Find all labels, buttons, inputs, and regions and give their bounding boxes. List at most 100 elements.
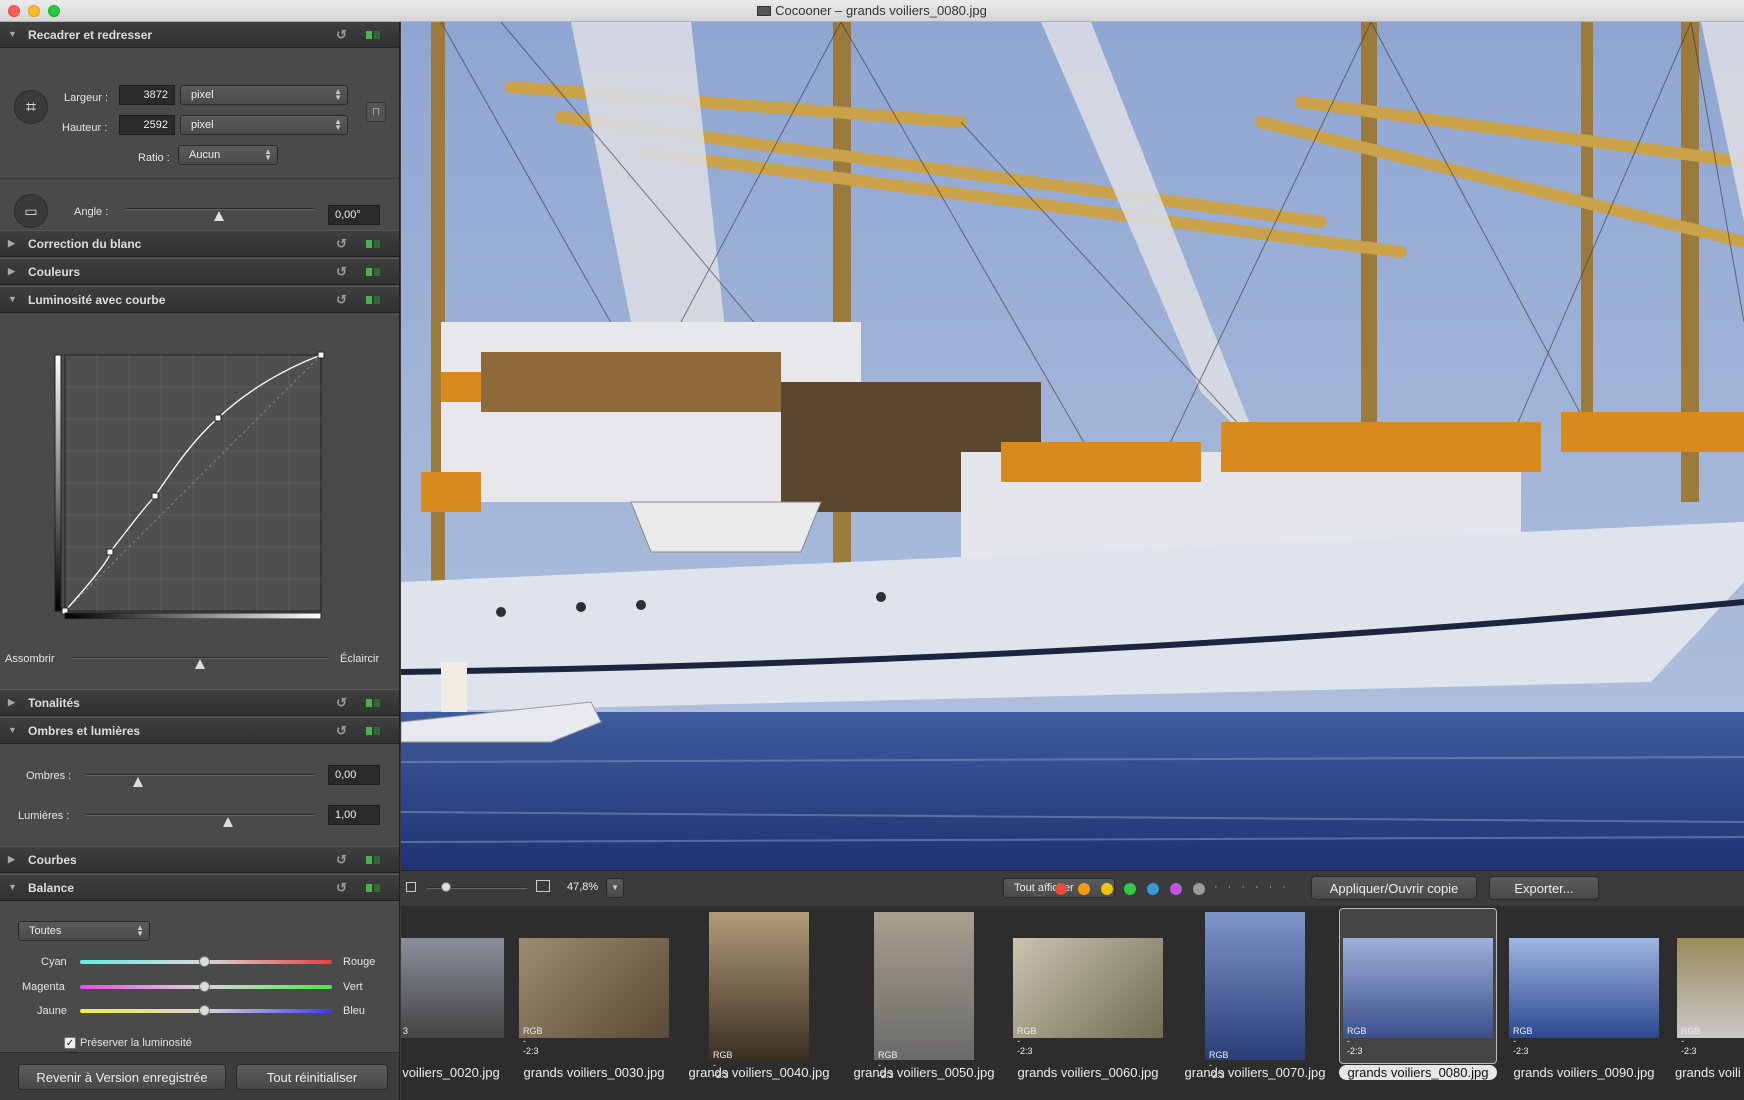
large-thumbnail-icon[interactable] [536, 880, 550, 892]
balance-range-select[interactable]: Toutes ▲ ▼ [18, 921, 150, 941]
red-label: Rouge [343, 956, 376, 968]
section-title: Ombres et lumières [28, 724, 141, 738]
title-bar: Cocooner – grands voiliers_0080.jpg [0, 0, 1744, 22]
ratio-select[interactable]: Aucun ▲ ▼ [178, 145, 278, 165]
disclosure-open-icon[interactable]: ▼ [8, 29, 17, 39]
width-label: Largeur : [64, 92, 109, 104]
lighten-label: Éclaircir [340, 653, 380, 665]
reset-icon[interactable]: ↺ [336, 852, 347, 868]
angle-slider-knob[interactable] [214, 211, 224, 221]
zoom-field[interactable]: 47,8% [561, 878, 605, 898]
section-header-tones[interactable]: ▶ Tonalités ↺ [0, 689, 399, 716]
disclosure-closed-icon[interactable]: ▶ [8, 697, 15, 708]
balance-section-body: Toutes ▲ ▼ Cyan Rouge Magenta Vert Jaune B… [0, 901, 399, 1061]
color-label-dot[interactable] [1147, 883, 1159, 895]
preserve-luminosity-label: Préserver la luminosité [80, 1037, 192, 1049]
straighten-tool-icon[interactable]: ▭ [14, 194, 48, 228]
brightness-slider-knob[interactable] [195, 659, 205, 669]
section-title: Tonalités [28, 696, 80, 710]
disclosure-open-icon[interactable]: ▼ [8, 882, 17, 892]
reset-icon[interactable]: ↺ [336, 695, 347, 711]
section-header-shadows[interactable]: ▼ Ombres et lumières ↺ [0, 717, 399, 744]
enable-toggle-icon[interactable] [366, 31, 382, 39]
section-header-white-balance[interactable]: ▶ Correction du blanc ↺ [0, 230, 399, 257]
section-header-curve[interactable]: ▼ Luminosité avec courbe ↺ [0, 286, 399, 313]
tall-ship-photo [401, 22, 1744, 870]
reset-all-button[interactable]: Tout réinitialiser [236, 1064, 388, 1090]
shadows-slider[interactable] [86, 774, 314, 776]
export-button[interactable]: Exporter... [1489, 876, 1599, 900]
lock-ratio-icon[interactable]: ⊓ [366, 102, 386, 122]
revert-button[interactable]: Revenir à Version enregistrée [18, 1064, 226, 1090]
section-header-colors[interactable]: ▶ Couleurs ↺ [0, 258, 399, 285]
shadows-section-body: Ombres : 0,00 Lumières : 1,00 [0, 744, 399, 846]
section-header-crop[interactable]: ▼ Recadrer et redresser ↺ [0, 22, 399, 48]
angle-slider[interactable] [126, 208, 314, 210]
apply-open-copy-button[interactable]: Appliquer/Ouvrir copie [1311, 876, 1477, 900]
height-unit-select[interactable]: pixel ▲ ▼ [180, 115, 348, 135]
enable-toggle-icon[interactable] [366, 727, 382, 735]
window-title: Cocooner – grands voiliers_0080.jpg [0, 3, 1744, 18]
lights-field[interactable]: 1,00 [328, 805, 380, 825]
zoom-menu-button[interactable]: ▼ [606, 878, 624, 898]
image-viewer[interactable] [401, 22, 1744, 870]
disclosure-open-icon[interactable]: ▼ [8, 294, 17, 304]
section-title: Correction du blanc [28, 237, 142, 251]
cyan-label: Cyan [41, 956, 67, 968]
browser-toolbar: 47,8% ▼ Tout afficher▲▼ ······ Appliquer… [401, 870, 1744, 906]
image-file-icon [757, 6, 772, 16]
enable-toggle-icon[interactable] [366, 699, 382, 707]
height-label: Hauteur : [62, 122, 108, 134]
enable-toggle-icon[interactable] [366, 296, 382, 304]
enable-toggle-icon[interactable] [366, 268, 382, 276]
magenta-green-knob[interactable] [199, 981, 210, 992]
reset-icon[interactable]: ↺ [336, 723, 347, 739]
angle-label: Angle : [74, 206, 109, 218]
width-field[interactable]: 3872 [119, 85, 175, 105]
thumbnail-size-knob[interactable] [441, 882, 451, 892]
crop-section-body: ⌗ Largeur : 3872 pixel ▲ ▼ Hauteur : 2592 … [0, 48, 399, 232]
disclosure-closed-icon[interactable]: ▶ [8, 266, 15, 277]
color-label-dot[interactable] [1101, 883, 1113, 895]
color-label-dot[interactable] [1193, 883, 1205, 895]
lights-slider-knob[interactable] [223, 817, 233, 827]
height-field[interactable]: 2592 [119, 115, 175, 135]
section-title: Couleurs [28, 265, 81, 279]
shadows-field[interactable]: 0,00 [328, 765, 380, 785]
blue-label: Bleu [343, 1005, 366, 1017]
magenta-label: Magenta [22, 981, 65, 993]
reset-icon[interactable]: ↺ [336, 880, 347, 896]
reset-icon[interactable]: ↺ [336, 292, 347, 308]
reset-icon[interactable]: ↺ [336, 264, 347, 280]
reset-icon[interactable]: ↺ [336, 236, 347, 252]
color-label-dot[interactable] [1078, 883, 1090, 895]
crop-tool-icon[interactable]: ⌗ [14, 90, 48, 124]
enable-toggle-icon[interactable] [366, 884, 382, 892]
disclosure-closed-icon[interactable]: ▶ [8, 854, 15, 865]
lights-slider[interactable] [86, 814, 314, 816]
yellow-label: Jaune [37, 1005, 67, 1017]
shadows-slider-knob[interactable] [133, 777, 143, 787]
disclosure-open-icon[interactable]: ▼ [8, 725, 17, 735]
enable-toggle-icon[interactable] [366, 240, 382, 248]
disclosure-closed-icon[interactable]: ▶ [8, 238, 15, 249]
lights-label: Lumières : [18, 810, 70, 822]
section-title: Recadrer et redresser [28, 28, 153, 42]
color-label-dot[interactable] [1055, 883, 1067, 895]
cyan-red-knob[interactable] [199, 956, 210, 967]
section-header-curves[interactable]: ▶ Courbes ↺ [0, 846, 399, 873]
yellow-blue-knob[interactable] [199, 1005, 210, 1016]
filmstrip[interactable]: 3 voiliers_0020.jpg RGB - -2:3 grands vo… [401, 906, 1744, 1100]
section-title: Balance [28, 881, 75, 895]
ratio-label: Ratio : [138, 152, 170, 164]
small-thumbnail-icon[interactable] [406, 882, 416, 892]
angle-field[interactable]: 0,00° [328, 205, 380, 225]
luminosity-curve-editor[interactable] [52, 351, 332, 619]
color-label-dot[interactable] [1124, 883, 1136, 895]
section-header-balance[interactable]: ▼ Balance ↺ [0, 874, 399, 901]
color-label-dot[interactable] [1170, 883, 1182, 895]
preserve-luminosity-checkbox[interactable]: ✓ [64, 1037, 76, 1049]
enable-toggle-icon[interactable] [366, 856, 382, 864]
reset-icon[interactable]: ↺ [336, 27, 347, 43]
width-unit-select[interactable]: pixel ▲ ▼ [180, 85, 348, 105]
